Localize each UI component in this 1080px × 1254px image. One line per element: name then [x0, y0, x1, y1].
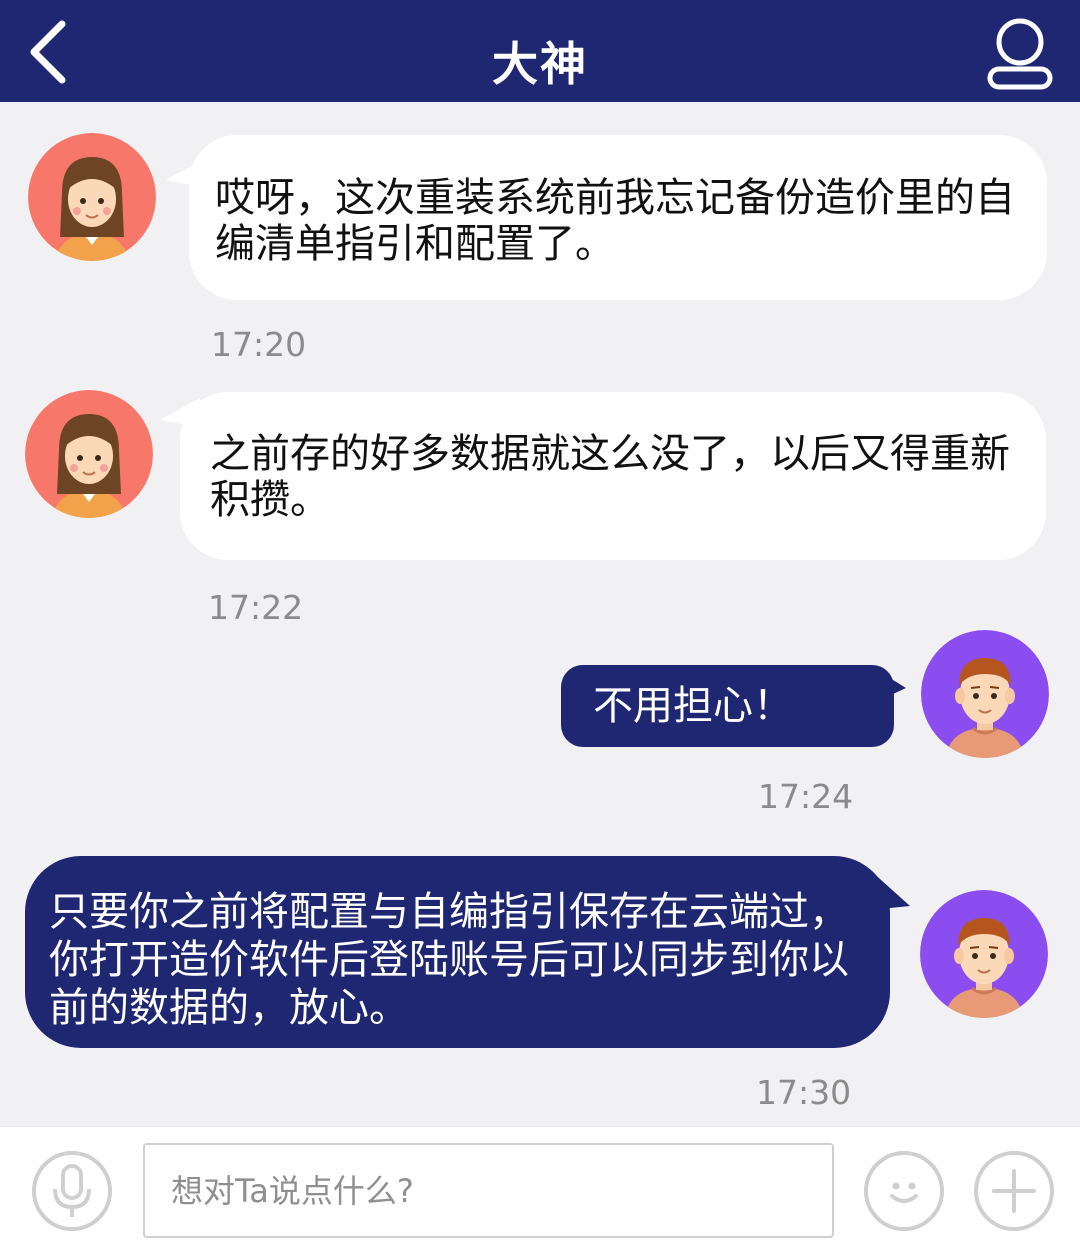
- plus-icon: [992, 1169, 1036, 1213]
- profile-button[interactable]: [980, 14, 1060, 94]
- message-timestamp: 17:24: [758, 777, 854, 816]
- add-button[interactable]: [974, 1151, 1054, 1231]
- message-text: 之前存的好多数据就这么没了，以后又得重新积攒。: [210, 431, 1010, 523]
- avatar-female[interactable]: [28, 133, 156, 261]
- user-icon: [987, 18, 1053, 90]
- input-bar: [0, 1126, 1080, 1254]
- smiley-icon: [890, 1182, 918, 1203]
- bubble-tail: [880, 672, 906, 700]
- avatar-male[interactable]: [921, 630, 1049, 758]
- message-text: 哎呀，这次重装系统前我忘记备份造价里的自编清单指引和配置了。: [215, 175, 1015, 267]
- voice-button[interactable]: [32, 1151, 112, 1231]
- avatar-male[interactable]: [920, 890, 1048, 1018]
- chevron-left-icon: [30, 20, 66, 84]
- back-button[interactable]: [16, 18, 86, 88]
- chat-title: 大神: [492, 37, 588, 91]
- message-text: 只要你之前将配置与自编指引保存在云端过，你打开造价软件后登陆账号后可以同步到你以…: [49, 889, 849, 1031]
- microphone-icon: [53, 1164, 91, 1217]
- message-timestamp: 17:22: [208, 588, 304, 627]
- message-input[interactable]: [143, 1143, 834, 1238]
- message-timestamp: 17:20: [211, 325, 307, 364]
- message-bubble[interactable]: 哎呀，这次重装系统前我忘记备份造价里的自编清单指引和配置了。: [189, 135, 1047, 300]
- message-bubble[interactable]: 只要你之前将配置与自编指引保存在云端过，你打开造价软件后登陆账号后可以同步到你以…: [25, 856, 890, 1048]
- message-text: 不用担心！: [593, 683, 793, 729]
- top-nav-bar: 大神: [0, 0, 1080, 102]
- bubble-tail: [870, 870, 910, 910]
- message-timestamp: 17:30: [756, 1073, 852, 1112]
- emoji-button[interactable]: [864, 1151, 944, 1231]
- message-bubble[interactable]: 之前存的好多数据就这么没了，以后又得重新积攒。: [180, 392, 1046, 560]
- avatar-female[interactable]: [25, 390, 153, 518]
- message-bubble[interactable]: 不用担心！: [561, 665, 894, 747]
